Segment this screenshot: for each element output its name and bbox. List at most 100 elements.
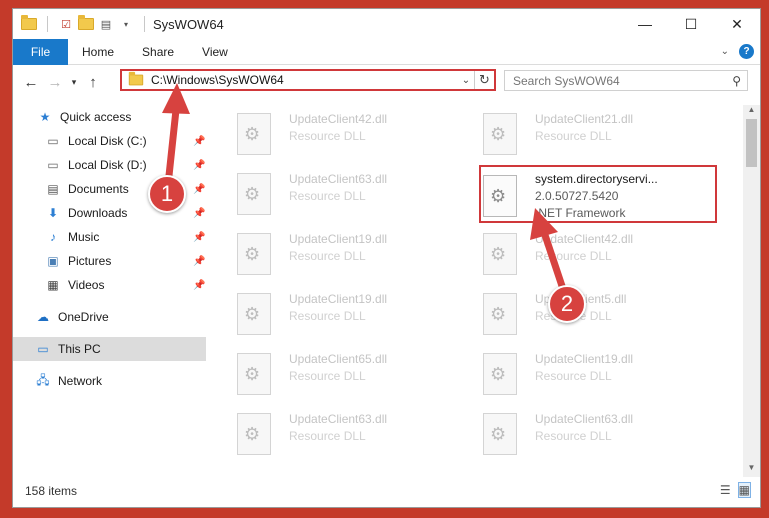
file-item[interactable]: UpdateClient19.dll Resource DLL — [229, 225, 469, 283]
search-box[interactable]: ⚲ — [504, 70, 748, 91]
sidebar-item-label: This PC — [58, 342, 101, 356]
dll-file-icon — [237, 233, 271, 275]
file-item[interactable]: UpdateClient42.dll Resource DLL — [229, 105, 469, 163]
sidebar-item-music[interactable]: ♪ Music 📌 — [13, 225, 206, 249]
pin-icon[interactable]: 📌 — [193, 256, 205, 267]
vertical-scrollbar[interactable]: ▲ ▼ — [743, 105, 760, 477]
search-icon[interactable]: ⚲ — [732, 74, 741, 88]
file-name: UpdateClient19.dll — [289, 292, 388, 306]
pin-icon[interactable]: 📌 — [193, 136, 205, 147]
properties-icon[interactable]: ☑ — [58, 17, 74, 31]
file-type: Resource DLL — [535, 429, 612, 443]
expand-ribbon-icon[interactable]: ⌄ — [721, 46, 729, 57]
details-view-icon[interactable]: ☰ — [720, 483, 731, 497]
pin-icon[interactable]: 📌 — [193, 160, 205, 171]
dll-file-icon — [483, 293, 517, 335]
dll-file-icon — [237, 173, 271, 215]
file-name: UpdateClient63.dll — [289, 172, 388, 186]
file-item[interactable]: UpdateClient63.dll Resource DLL — [475, 405, 715, 463]
file-name: UpdateClient63.dll — [535, 412, 634, 426]
sidebar-item-label: Documents — [68, 182, 129, 196]
file-item[interactable]: UpdateClient42.dll Resource DLL — [475, 225, 715, 283]
file-item[interactable]: UpdateClient65.dll Resource DLL — [229, 345, 469, 403]
ribbon-controls: ⌄ ? — [721, 44, 754, 59]
sidebar-item-label: OneDrive — [58, 310, 109, 324]
chevron-down-icon[interactable]: ▾ — [118, 17, 134, 31]
dll-file-icon — [237, 293, 271, 335]
recent-locations-icon[interactable]: ▾ — [67, 77, 81, 88]
window-controls: — ☐ ✕ — [622, 9, 760, 39]
scroll-up-icon[interactable]: ▲ — [743, 105, 760, 119]
file-type: Resource DLL — [289, 189, 366, 203]
computer-icon: ▭ — [37, 342, 49, 356]
maximize-button[interactable]: ☐ — [668, 9, 714, 39]
forward-arrow-icon[interactable]: → — [43, 74, 67, 91]
sidebar-item-quick-access[interactable]: ★ Quick access — [13, 105, 206, 129]
sidebar-item-label: Network — [58, 374, 103, 388]
quick-access-toolbar: ☑ ▤ ▾ — [13, 15, 151, 32]
file-item[interactable]: UpdateClient5.dllResource DLL — [475, 285, 715, 343]
star-icon: ★ — [39, 110, 51, 124]
sidebar-item-onedrive[interactable]: ☁ OneDrive — [13, 305, 206, 329]
file-name: UpdateClient19.dll — [289, 232, 388, 246]
videos-icon: ▦ — [47, 278, 59, 292]
title-bar: ☑ ▤ ▾ SysWOW64 — ☐ ✕ — [13, 9, 760, 39]
file-item[interactable]: UpdateClient19.dll Resource DLL — [229, 285, 469, 343]
network-icon: 🖧 — [36, 372, 50, 387]
help-icon[interactable]: ? — [739, 44, 754, 59]
refresh-icon[interactable]: ↻ — [474, 71, 494, 89]
address-bar[interactable]: C:\Windows\SysWOW64 ⌄ ↻ — [120, 69, 496, 91]
tab-home[interactable]: Home — [68, 45, 128, 59]
sidebar-item-videos[interactable]: ▦ Videos 📌 — [13, 273, 206, 297]
dll-file-icon — [237, 353, 271, 395]
large-icons-view-icon[interactable]: ▦ — [737, 482, 752, 498]
tab-share[interactable]: Share — [128, 45, 188, 59]
pin-icon[interactable]: 📌 — [193, 280, 205, 291]
dll-file-icon — [483, 113, 517, 155]
file-name: UpdateClient21.dll — [535, 112, 634, 126]
item-count: 158 items — [25, 484, 78, 498]
search-input[interactable] — [513, 73, 713, 88]
folder-icon[interactable] — [21, 15, 37, 31]
back-arrow-icon[interactable]: ← — [19, 74, 43, 91]
pictures-icon: ▣ — [47, 254, 59, 268]
file-item[interactable]: UpdateClient21.dll Resource DLL — [475, 105, 715, 163]
chevron-down-icon[interactable]: ⌄ — [458, 75, 474, 86]
sidebar-item-label: Quick access — [60, 110, 132, 124]
cloud-icon: ☁ — [37, 310, 49, 324]
documents-icon: ▤ — [47, 182, 59, 196]
tab-file[interactable]: File — [13, 38, 68, 65]
address-path[interactable]: C:\Windows\SysWOW64 — [151, 73, 284, 87]
highlight-box — [479, 165, 717, 223]
file-type: Resource DLL — [535, 369, 612, 383]
sidebar-item-label: Videos — [68, 278, 105, 292]
file-name: UpdateClient19.dll — [535, 352, 634, 366]
dll-file-icon — [237, 113, 271, 155]
up-arrow-icon[interactable]: ↑ — [81, 74, 105, 91]
new-folder-icon[interactable] — [78, 15, 94, 31]
ribbon-tabs: File Home Share View ⌄ ? — [13, 38, 760, 65]
file-item[interactable]: UpdateClient63.dll Resource DLL — [229, 405, 469, 463]
file-item[interactable]: UpdateClient19.dll Resource DLL — [475, 345, 715, 403]
customize-toolbar-icon[interactable]: ▤ — [98, 17, 114, 31]
dll-file-icon — [483, 353, 517, 395]
file-name: UpdateClient63.dll — [289, 412, 388, 426]
pin-icon[interactable]: 📌 — [193, 208, 205, 219]
sidebar-item-this-pc[interactable]: ▭ This PC — [13, 337, 206, 361]
sidebar-item-pictures[interactable]: ▣ Pictures 📌 — [13, 249, 206, 273]
sidebar-item-local-disk-c[interactable]: ▭ Local Disk (C:) 📌 — [13, 129, 206, 153]
sidebar-item-local-disk-d[interactable]: ▭ Local Disk (D:) 📌 — [13, 153, 206, 177]
tab-view[interactable]: View — [188, 45, 242, 59]
close-button[interactable]: ✕ — [714, 9, 760, 39]
file-type: Resource DLL — [289, 249, 366, 263]
pin-icon[interactable]: 📌 — [193, 232, 205, 243]
music-icon: ♪ — [50, 230, 56, 244]
file-type: Resource DLL — [289, 369, 366, 383]
pin-icon[interactable]: 📌 — [193, 184, 205, 195]
sidebar-item-network[interactable]: 🖧 Network — [13, 369, 206, 393]
drive-icon: ▭ — [47, 158, 59, 172]
minimize-button[interactable]: — — [622, 9, 668, 39]
file-item[interactable]: UpdateClient63.dll Resource DLL — [229, 165, 469, 223]
file-type: Resource DLL — [289, 129, 366, 143]
scrollbar-thumb[interactable] — [746, 119, 757, 167]
